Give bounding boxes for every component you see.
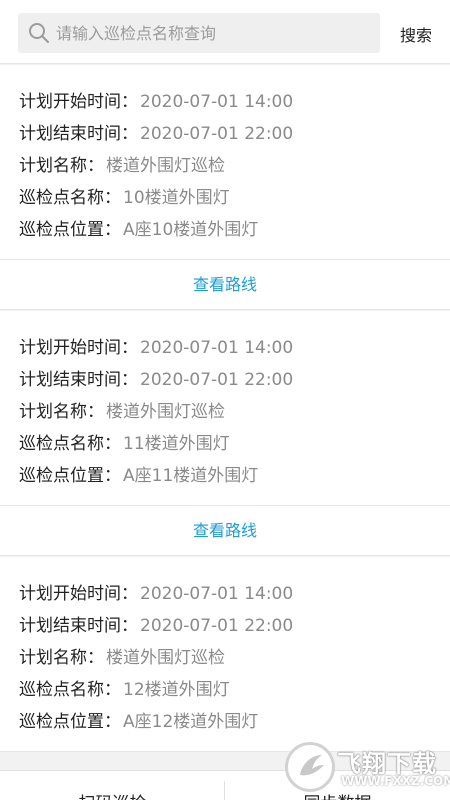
field-label: 计划开始时间： bbox=[19, 584, 138, 604]
field-label: 巡检点名称： bbox=[19, 680, 121, 700]
plan-start-time-row: 计划开始时间： 2020-07-01 14:00 bbox=[19, 89, 450, 121]
search-icon bbox=[29, 23, 49, 43]
plan-end-time-row: 计划结束时间： 2020-07-01 22:00 bbox=[19, 367, 450, 399]
point-name-row: 巡检点名称： 12楼道外围灯 bbox=[19, 677, 450, 709]
scan-inspect-button[interactable]: 扫码巡检 bbox=[0, 789, 225, 800]
inspection-record-card: 计划开始时间： 2020-07-01 14:00 计划结束时间： 2020-07-0… bbox=[0, 557, 450, 752]
field-value: 2020-07-01 22:00 bbox=[140, 616, 294, 636]
search-input[interactable] bbox=[56, 13, 376, 53]
point-name-row: 巡检点名称： 11楼道外围灯 bbox=[19, 431, 450, 463]
field-label: 巡检点名称： bbox=[19, 434, 121, 454]
inspection-record-card: 计划开始时间： 2020-07-01 14:00 计划结束时间： 2020-07-0… bbox=[0, 65, 450, 310]
search-box[interactable] bbox=[18, 13, 380, 53]
watermark: 飞翔下载 WWW.FXXZ.COM bbox=[285, 742, 450, 800]
field-value: 楼道外围灯巡检 bbox=[106, 402, 225, 422]
field-label: 计划结束时间： bbox=[19, 124, 138, 144]
watermark-url: WWW.FXXZ.COM bbox=[341, 774, 450, 788]
search-bar: 搜索 bbox=[0, 0, 450, 64]
field-value: A座11楼道外围灯 bbox=[123, 466, 259, 486]
plan-start-time-row: 计划开始时间： 2020-07-01 14:00 bbox=[19, 335, 450, 367]
point-name-row: 巡检点名称： 10楼道外围灯 bbox=[19, 185, 450, 217]
field-label: 计划名称： bbox=[19, 402, 104, 422]
field-value: 2020-07-01 14:00 bbox=[140, 584, 294, 604]
plan-end-time-row: 计划结束时间： 2020-07-01 22:00 bbox=[19, 121, 450, 153]
field-label: 计划名称： bbox=[19, 156, 104, 176]
field-value: 11楼道外围灯 bbox=[123, 434, 230, 454]
view-route-link[interactable]: 查看路线 bbox=[0, 506, 450, 556]
record-info: 计划开始时间： 2020-07-01 14:00 计划结束时间： 2020-07-0… bbox=[0, 65, 450, 260]
field-label: 计划开始时间： bbox=[19, 92, 138, 112]
field-value: 楼道外围灯巡检 bbox=[106, 648, 225, 668]
field-value: 2020-07-01 22:00 bbox=[140, 370, 294, 390]
field-value: A座10楼道外围灯 bbox=[123, 220, 259, 240]
field-value: 12楼道外围灯 bbox=[123, 680, 230, 700]
watermark-logo-icon bbox=[285, 742, 335, 792]
search-button[interactable]: 搜索 bbox=[400, 22, 432, 46]
inspection-record-card: 计划开始时间： 2020-07-01 14:00 计划结束时间： 2020-07-0… bbox=[0, 311, 450, 556]
point-location-row: 巡检点位置： A座12楼道外围灯 bbox=[19, 709, 450, 741]
plan-start-time-row: 计划开始时间： 2020-07-01 14:00 bbox=[19, 581, 450, 613]
field-value: 2020-07-01 22:00 bbox=[140, 124, 294, 144]
field-value: 2020-07-01 14:00 bbox=[140, 92, 294, 112]
point-location-row: 巡检点位置： A座10楼道外围灯 bbox=[19, 217, 450, 249]
field-label: 计划结束时间： bbox=[19, 370, 138, 390]
plan-name-row: 计划名称： 楼道外围灯巡检 bbox=[19, 645, 450, 677]
record-info: 计划开始时间： 2020-07-01 14:00 计划结束时间： 2020-07-0… bbox=[0, 557, 450, 752]
field-label: 计划结束时间： bbox=[19, 616, 138, 636]
record-info: 计划开始时间： 2020-07-01 14:00 计划结束时间： 2020-07-0… bbox=[0, 311, 450, 506]
field-label: 计划开始时间： bbox=[19, 338, 138, 358]
field-label: 巡检点名称： bbox=[19, 188, 121, 208]
field-label: 巡检点位置： bbox=[19, 220, 121, 240]
plan-name-row: 计划名称： 楼道外围灯巡检 bbox=[19, 153, 450, 185]
view-route-link[interactable]: 查看路线 bbox=[0, 260, 450, 310]
plan-name-row: 计划名称： 楼道外围灯巡检 bbox=[19, 399, 450, 431]
field-label: 巡检点位置： bbox=[19, 712, 121, 732]
field-value: 10楼道外围灯 bbox=[123, 188, 230, 208]
field-value: A座12楼道外围灯 bbox=[123, 712, 259, 732]
point-location-row: 巡检点位置： A座11楼道外围灯 bbox=[19, 463, 450, 495]
field-value: 2020-07-01 14:00 bbox=[140, 338, 294, 358]
plan-end-time-row: 计划结束时间： 2020-07-01 22:00 bbox=[19, 613, 450, 645]
field-value: 楼道外围灯巡检 bbox=[106, 156, 225, 176]
field-label: 巡检点位置： bbox=[19, 466, 121, 486]
field-label: 计划名称： bbox=[19, 648, 104, 668]
